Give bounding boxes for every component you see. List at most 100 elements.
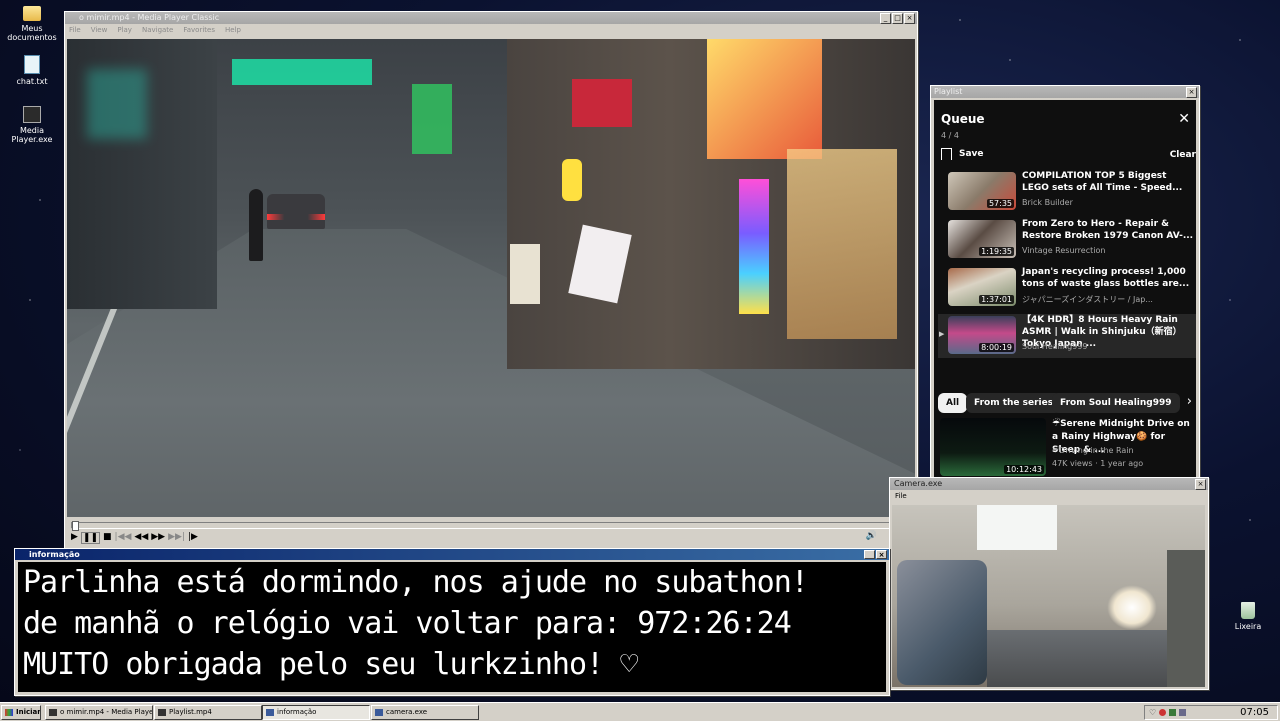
info-line: de manhã o relógio vai voltar para: 972:… bbox=[23, 606, 792, 641]
player-controls: ▶ ❚❚ ■ |◀◀ ◀◀ ▶▶ ▶▶| |▶ 🔊 bbox=[65, 519, 917, 547]
clear-button[interactable]: Clear bbox=[1170, 150, 1196, 160]
camera-feed bbox=[892, 505, 1205, 687]
start-button[interactable]: Iniciar bbox=[1, 705, 41, 720]
close-button[interactable]: × bbox=[1186, 87, 1197, 98]
close-icon[interactable]: ✕ bbox=[1178, 112, 1190, 126]
video-stand-sign bbox=[510, 244, 540, 304]
video-neon-vertical-sign bbox=[739, 179, 769, 314]
maximize-button[interactable]: □ bbox=[892, 13, 903, 24]
desktop-icon-my-documents[interactable]: Meus documentos bbox=[0, 3, 64, 42]
queue-item-current[interactable]: ▶ 8:00:19 【4K HDR】8 Hours Heavy Rain ASM… bbox=[938, 314, 1196, 358]
video-thumbnail: 57:35 bbox=[948, 172, 1016, 210]
recommended-channel: ☔Driving in the Rain bbox=[1052, 446, 1134, 455]
video-car bbox=[267, 194, 325, 229]
window-icon bbox=[375, 709, 383, 716]
fast-forward-icon[interactable]: ▶▶ bbox=[151, 532, 165, 544]
queue-item[interactable]: 57:35 COMPILATION TOP 5 Biggest LEGO set… bbox=[948, 170, 1193, 214]
queue-heading: Queue bbox=[941, 112, 985, 126]
desktop-icon-recycle-bin[interactable]: Lixeira bbox=[1216, 602, 1280, 631]
media-player-titlebar[interactable]: o mimir.mp4 - Media Player Classic _ □ × bbox=[65, 12, 917, 24]
video-thumbnail: 8:00:19 bbox=[948, 316, 1016, 354]
chip-from-channel[interactable]: From Soul Healing999 bbox=[1052, 393, 1180, 413]
taskbar-button-camera[interactable]: camera.exe bbox=[371, 705, 479, 720]
seek-bar[interactable] bbox=[71, 521, 911, 531]
antivirus-tray-icon[interactable] bbox=[1159, 709, 1167, 716]
playlist-titlebar[interactable]: Playlist × bbox=[931, 86, 1199, 98]
camera-desk bbox=[987, 630, 1167, 687]
pause-icon[interactable]: ❚❚ bbox=[80, 532, 101, 544]
video-car-taillight bbox=[267, 214, 325, 220]
menu-favorites[interactable]: Favorites bbox=[183, 24, 215, 36]
frame-step-icon[interactable]: |▶ bbox=[188, 532, 198, 544]
video-thumbnail: 1:37:01 bbox=[948, 268, 1016, 306]
video-storefront-glow bbox=[787, 149, 897, 339]
menu-view[interactable]: View bbox=[91, 24, 108, 36]
queue-item-channel: Soul Healing999 bbox=[1022, 342, 1088, 351]
menu-file[interactable]: File bbox=[69, 24, 81, 36]
camera-menu-file[interactable]: File bbox=[890, 490, 1208, 502]
camera-titlebar[interactable]: Camera.exe × bbox=[890, 478, 1208, 490]
close-button[interactable]: × bbox=[876, 550, 887, 559]
duration-badge: 10:12:43 bbox=[1004, 465, 1044, 474]
menu-play[interactable]: Play bbox=[117, 24, 132, 36]
play-icon[interactable]: ▶ bbox=[71, 532, 78, 544]
chevron-right-icon[interactable]: › bbox=[1187, 394, 1192, 409]
system-tray: ♡ 07:05 bbox=[1144, 705, 1278, 720]
queue-item-title: From Zero to Hero - Repair & Restore Bro… bbox=[1022, 219, 1194, 241]
video-green-sign bbox=[232, 59, 372, 85]
camera-window-light bbox=[977, 505, 1057, 550]
save-button[interactable]: Save bbox=[941, 146, 984, 162]
desktop-icon-label: Media Player.exe bbox=[11, 126, 53, 144]
queue-item[interactable]: 1:37:01 Japan's recycling process! 1,000… bbox=[948, 266, 1193, 310]
chip-all[interactable]: All bbox=[938, 393, 968, 413]
camera-window: Camera.exe × File bbox=[889, 477, 1209, 690]
heart-tray-icon[interactable]: ♡ bbox=[1149, 708, 1156, 717]
info-titlebar[interactable]: informação × bbox=[15, 549, 889, 560]
desktop-icon-media-player[interactable]: Media Player.exe bbox=[0, 106, 64, 144]
rewind-icon[interactable]: ◀◀ bbox=[134, 532, 148, 544]
close-button[interactable]: × bbox=[1195, 479, 1206, 490]
menu-navigate[interactable]: Navigate bbox=[142, 24, 173, 36]
taskbar-button-info[interactable]: informação bbox=[262, 705, 370, 720]
queue-position: 4 / 4 bbox=[941, 131, 959, 140]
stop-icon[interactable]: ■ bbox=[103, 532, 112, 544]
duration-badge: 57:35 bbox=[986, 199, 1014, 208]
taskbar-button-media-player[interactable]: o mimir.mp4 - Media Playe... bbox=[45, 705, 153, 720]
window-title: Playlist bbox=[934, 87, 963, 96]
playlist-panel: Queue ✕ 4 / 4 Save Clear 57:35 COMPILATI… bbox=[934, 100, 1196, 478]
video-lantern bbox=[562, 159, 582, 201]
folder-icon bbox=[23, 6, 41, 21]
close-button[interactable]: × bbox=[904, 13, 915, 24]
menu-bar: File View Play Navigate Favorites Help bbox=[65, 24, 917, 36]
window-icon bbox=[266, 709, 274, 716]
queue-item-channel: Brick Builder bbox=[1022, 198, 1073, 207]
desktop-icon-label: Meus documentos bbox=[7, 24, 57, 42]
info-window: informação × Parlinha está dormindo, nos… bbox=[14, 548, 890, 696]
window-title: o mimir.mp4 - Media Player Classic bbox=[79, 13, 220, 22]
playlist-window: Playlist × Queue ✕ 4 / 4 Save Clear 57:3… bbox=[930, 85, 1200, 479]
recommended-item[interactable]: 10:12:43 ☔Serene Midnight Drive on a Rai… bbox=[938, 418, 1196, 478]
chip-from-the-series[interactable]: From the series bbox=[966, 393, 1062, 413]
desktop-icon-chat-txt[interactable]: chat.txt bbox=[0, 55, 64, 86]
info-line: MUITO obrigada pelo seu lurkzinho! ♡ bbox=[23, 647, 638, 682]
taskbar-button-label: Playlist.mp4 bbox=[169, 708, 212, 716]
skip-forward-icon[interactable]: ▶▶| bbox=[168, 532, 185, 544]
seek-thumb[interactable] bbox=[72, 521, 79, 531]
skip-back-icon[interactable]: |◀◀ bbox=[115, 532, 132, 544]
windows-logo-icon bbox=[5, 709, 13, 716]
network-tray-icon[interactable] bbox=[1169, 709, 1177, 716]
taskbar-button-label: o mimir.mp4 - Media Playe... bbox=[60, 708, 153, 716]
recycle-bin-icon bbox=[1241, 602, 1255, 619]
window-title: Camera.exe bbox=[894, 479, 943, 488]
taskbar-button-playlist[interactable]: Playlist.mp4 bbox=[154, 705, 262, 720]
queue-item[interactable]: 1:19:35 From Zero to Hero - Repair & Res… bbox=[948, 218, 1193, 262]
media-player-window: o mimir.mp4 - Media Player Classic _ □ ×… bbox=[64, 11, 918, 551]
info-text-area: Parlinha está dormindo, nos ajude no sub… bbox=[18, 562, 886, 692]
volume-icon[interactable]: 🔊 bbox=[866, 531, 877, 541]
minimize-button[interactable]: _ bbox=[880, 13, 891, 24]
minimize-button[interactable] bbox=[864, 550, 875, 559]
menu-help[interactable]: Help bbox=[225, 24, 241, 36]
video-frame[interactable] bbox=[67, 39, 915, 517]
volume-tray-icon[interactable] bbox=[1179, 709, 1187, 716]
video-thumbnail: 10:12:43 bbox=[940, 418, 1046, 476]
